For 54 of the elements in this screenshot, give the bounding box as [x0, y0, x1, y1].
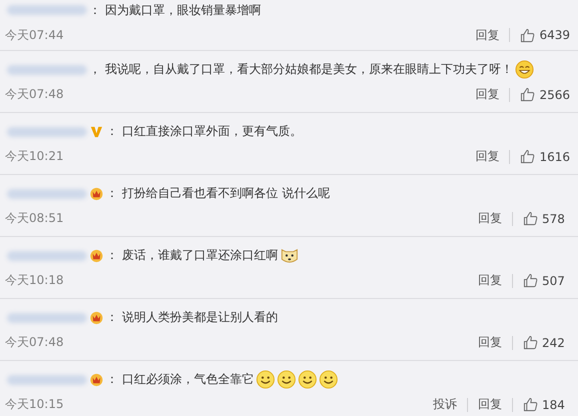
colon: ，: [89, 61, 101, 78]
crown-badge-icon: [89, 372, 104, 387]
smiley-face-icon: [298, 370, 317, 389]
comment-time: 今天08:51: [5, 210, 64, 227]
smiley-face-icon: [256, 370, 275, 389]
comment-text: 说明人类扮美都是让别人看的: [122, 309, 278, 326]
thumbs-up-icon[interactable]: [520, 149, 536, 164]
comment-time: 今天07:48: [5, 334, 64, 351]
action-link[interactable]: 投诉: [433, 396, 457, 413]
comment-time: 今天10:21: [5, 148, 64, 165]
like-count: 242: [542, 336, 566, 350]
colon: ：: [106, 247, 118, 264]
thumbs-up-icon[interactable]: [523, 335, 538, 350]
colon: ：: [89, 2, 101, 18]
comment-text: 因为戴口罩，眼妆销量暴增啊: [105, 2, 261, 18]
crown-badge-icon: [89, 248, 104, 263]
action-link[interactable]: 回复: [478, 272, 502, 289]
comment-text: 废话，谁戴了口罩还涂口红啊: [122, 247, 278, 264]
thumbs-up-icon[interactable]: [523, 273, 538, 288]
like-count: 184: [542, 398, 566, 412]
crown-badge-icon: [89, 186, 104, 201]
like-count: 6439: [539, 28, 570, 42]
comment-time: 今天10:18: [5, 272, 64, 289]
colon: ：: [106, 309, 118, 326]
crown-badge-icon: [89, 310, 104, 325]
like-count: 507: [542, 274, 566, 288]
comment-time: 今天07:44: [5, 26, 64, 44]
action-link[interactable]: 回复: [475, 86, 500, 103]
smiley-face-icon: [319, 370, 338, 389]
action-link[interactable]: 回复: [478, 396, 502, 413]
like-count: 1616: [539, 150, 570, 164]
comment-text: 口红直接涂口罩外面，更有气质。: [122, 123, 302, 140]
action-link[interactable]: 回复: [478, 210, 502, 227]
like-count: 2566: [539, 88, 570, 102]
thumbs-up-icon[interactable]: [523, 397, 538, 412]
colon: ：: [106, 185, 118, 202]
grinning-face-icon: [515, 60, 534, 79]
smiley-face-icon: [277, 370, 296, 389]
action-link[interactable]: 回复: [478, 334, 502, 351]
colon: ：: [106, 371, 118, 388]
comment-text: 打扮给自己看也看不到啊各位 说什么呢: [122, 185, 330, 202]
action-link[interactable]: 回复: [475, 26, 500, 44]
v-badge-icon: [89, 124, 104, 139]
comment-time: 今天07:48: [5, 86, 64, 103]
cat-face-icon: [280, 246, 299, 265]
thumbs-up-icon[interactable]: [523, 211, 538, 226]
thumbs-up-icon[interactable]: [520, 28, 536, 42]
comment-text: 口红必须涂，气色全靠它: [122, 371, 254, 388]
colon: ：: [106, 123, 118, 140]
comment-text: 我说呢，自从戴了口罩，看大部分姑娘都是美女，原来在眼睛上下功夫了呀！: [105, 61, 513, 78]
thumbs-up-icon[interactable]: [520, 87, 536, 102]
action-link[interactable]: 回复: [475, 148, 500, 165]
comment-time: 今天10:15: [5, 396, 64, 413]
like-count: 578: [542, 212, 566, 226]
